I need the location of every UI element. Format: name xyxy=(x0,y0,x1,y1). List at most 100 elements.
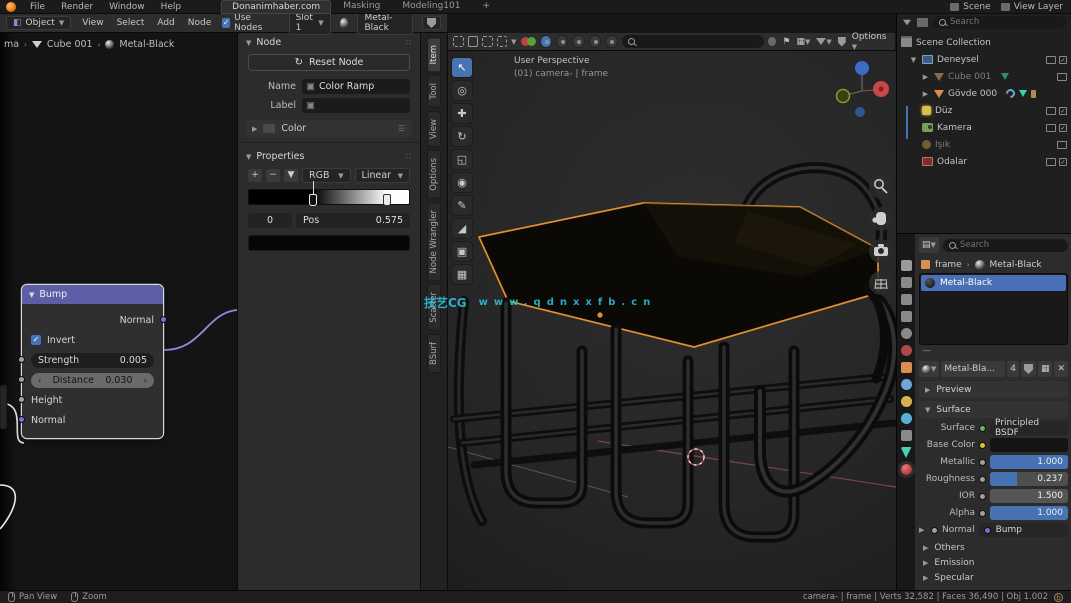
view-layer-selector[interactable]: View Layer xyxy=(1001,2,1063,12)
workspace-tab-modeling[interactable]: Modeling101 xyxy=(392,0,470,14)
tab-physics-icon[interactable] xyxy=(901,413,912,424)
tab-render-icon[interactable] xyxy=(901,277,912,288)
outliner-row-odalar[interactable]: Odalar ✓ xyxy=(897,153,1071,170)
bump-distance-row[interactable]: ‹Distance0.030› xyxy=(22,370,163,390)
blender-logo-icon[interactable] xyxy=(6,2,16,12)
render-toggle[interactable]: ✓ xyxy=(1059,158,1067,166)
node-label-input[interactable]: ▣ xyxy=(302,98,410,113)
tool-cursor[interactable]: ◎ xyxy=(451,80,473,101)
list-icon[interactable]: ☰ xyxy=(398,124,406,133)
ramp-stop-white[interactable] xyxy=(383,194,391,206)
color-mode-dropdown[interactable]: RGB▼ xyxy=(302,168,351,183)
outliner-row-duz[interactable]: Düz ✓ xyxy=(897,102,1071,119)
filter-icon[interactable] xyxy=(903,19,911,25)
surface-panel-header[interactable]: ▼Surface xyxy=(919,401,1068,418)
node-name-input[interactable]: ▣Color Ramp xyxy=(302,79,410,94)
surface-shader-button[interactable]: Principled BSDF xyxy=(990,421,1068,435)
new-material-button[interactable]: ▦ xyxy=(1038,361,1053,377)
tab-view-layer-icon[interactable] xyxy=(901,311,912,322)
tab-particles-icon[interactable] xyxy=(901,396,912,407)
node-panel-header[interactable]: ▼Node∷ xyxy=(238,33,420,52)
properties-search-input[interactable] xyxy=(960,240,1062,250)
sidebar-tab-options[interactable]: Options xyxy=(427,150,441,199)
bump-strength-row[interactable]: Strength0.005 xyxy=(22,350,163,370)
tab-material-icon-active[interactable] xyxy=(901,464,912,475)
outliner-search[interactable] xyxy=(933,16,1066,29)
sidebar-tab-node-wrangler[interactable]: Node Wrangler xyxy=(427,202,441,281)
tool-move[interactable]: ✚ xyxy=(451,103,473,124)
menu-help[interactable]: Help xyxy=(159,2,184,12)
bump-node-header[interactable]: ▼Bump xyxy=(22,285,163,304)
tool-select-box[interactable]: ↖ xyxy=(451,57,473,78)
tab-data-icon[interactable] xyxy=(901,447,912,458)
tool-duplicate[interactable]: ▦ xyxy=(451,264,473,285)
tool-scale[interactable]: ◱ xyxy=(451,149,473,170)
select-mode-icon-1[interactable] xyxy=(453,36,464,47)
hide-viewport-toggle[interactable] xyxy=(1046,56,1056,64)
shader-menu-add[interactable]: Add xyxy=(155,18,176,28)
brush-color-icons[interactable] xyxy=(521,37,536,46)
material-slot-dropdown[interactable]: Slot 1▼ xyxy=(289,11,331,35)
tool-rotate[interactable]: ↻ xyxy=(451,126,473,147)
tab-object-icon[interactable] xyxy=(901,362,912,373)
outliner-row-scene-collection[interactable]: Scene Collection xyxy=(897,34,1071,51)
overlays-icon[interactable]: ▦▼ xyxy=(796,37,810,47)
bump-invert-row[interactable]: ✓Invert xyxy=(22,330,163,350)
scene-selector[interactable]: Scene xyxy=(950,2,990,12)
reset-node-button[interactable]: ↻Reset Node xyxy=(248,54,410,71)
stop-color-swatch[interactable] xyxy=(248,235,410,251)
outliner-row-isik[interactable]: Işık xyxy=(897,136,1071,153)
bump-normal-row[interactable]: Normal xyxy=(22,410,163,430)
display-mode-icon[interactable] xyxy=(917,18,928,27)
browse-material-button[interactable]: ▼ xyxy=(919,361,939,377)
normal-input-socket[interactable] xyxy=(18,416,25,423)
hide-viewport-toggle[interactable] xyxy=(1057,141,1067,149)
bump-height-row[interactable]: Height xyxy=(22,390,163,410)
render-toggle[interactable]: ✓ xyxy=(1059,56,1067,64)
bump-node[interactable]: ▼Bump Normal ✓Invert Strength0.005 ‹Dist… xyxy=(22,285,163,438)
sidebar-tab-view[interactable]: View xyxy=(427,111,441,147)
roughness-slider[interactable]: 0.237 xyxy=(990,472,1068,486)
fake-user-button[interactable] xyxy=(422,16,441,30)
ior-field[interactable]: 1.500 xyxy=(990,489,1068,503)
filter-icon[interactable]: ▼ xyxy=(816,38,831,46)
outliner-row-govde000[interactable]: ▶ Gövde 000 xyxy=(897,85,1071,102)
options-menu[interactable]: Options ▼ xyxy=(852,32,890,52)
users-count-button[interactable]: 4 xyxy=(1007,361,1019,377)
metallic-slider[interactable]: 1.000 xyxy=(990,455,1068,469)
distance-input-socket[interactable] xyxy=(18,376,25,383)
others-panel-header[interactable]: ▶Others xyxy=(919,540,1068,555)
remove-stop-button[interactable]: − xyxy=(266,169,280,182)
brush-icon-5[interactable] xyxy=(605,35,617,48)
specular-panel-header[interactable]: ▶Specular xyxy=(919,570,1068,585)
outliner-row-cube001[interactable]: ▶ Cube 001 xyxy=(897,68,1071,85)
ramp-stop-black[interactable] xyxy=(309,194,317,206)
shader-menu-select[interactable]: Select xyxy=(115,18,147,28)
brush-icon-2[interactable] xyxy=(556,35,568,48)
material-slot-selected[interactable]: Metal-Black xyxy=(921,275,1066,291)
tool-annotate[interactable]: ✎ xyxy=(451,195,473,216)
material-name-field[interactable]: Metal-Bla... xyxy=(941,361,1005,377)
outliner-row-collection[interactable]: ▼ Deneysel ✓ xyxy=(897,51,1071,68)
sidebar-tab-tool[interactable]: Tool xyxy=(427,75,441,108)
tab-constraints-icon[interactable] xyxy=(901,430,912,441)
emission-panel-header[interactable]: ▶Emission xyxy=(919,555,1068,570)
outliner-row-kamera[interactable]: Kamera ✓ xyxy=(897,119,1071,136)
select-mode-icon-3[interactable] xyxy=(482,36,493,47)
shader-menu-view[interactable]: View xyxy=(80,18,105,28)
strength-input-socket[interactable] xyxy=(18,356,25,363)
menu-file[interactable]: File xyxy=(28,2,47,12)
menu-window[interactable]: Window xyxy=(107,2,147,12)
render-toggle[interactable]: ✓ xyxy=(1059,124,1067,132)
tool-transform[interactable]: ◉ xyxy=(451,172,473,193)
interpolation-dropdown[interactable]: Linear▼ xyxy=(355,168,410,183)
workspace-tab-active[interactable]: Donanimhaber.com xyxy=(221,0,331,14)
editor-type-button[interactable]: ▤▼ xyxy=(919,237,939,253)
hide-viewport-toggle[interactable] xyxy=(1046,158,1056,166)
tab-tool-icon[interactable] xyxy=(901,260,912,271)
properties-panel-header[interactable]: ▼Properties∷ xyxy=(238,147,420,166)
material-slot-list[interactable]: Metal-Black xyxy=(919,273,1068,345)
tool-add-cube[interactable]: ▣ xyxy=(451,241,473,262)
snap-flag-icon[interactable]: ⚑ xyxy=(782,37,790,47)
color-ramp-gradient[interactable] xyxy=(248,189,410,205)
